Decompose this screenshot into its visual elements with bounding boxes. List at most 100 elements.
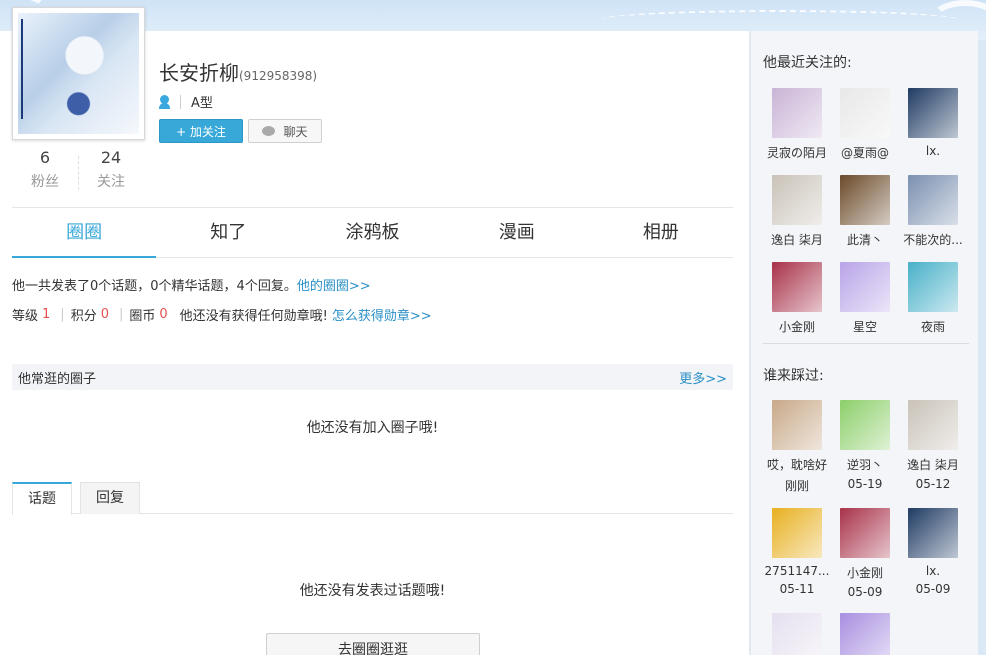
topics-empty-message: 他还没有发表过话题哦! [299,583,446,599]
chat-bubble-icon [262,126,276,136]
user-name[interactable]: 此清丶 [831,231,899,248]
user-name[interactable]: 灵寂の陌月 [763,144,831,161]
user-avatar-thumb[interactable] [908,175,958,225]
recent-following-list: 灵寂の陌月 @夏雨@ lx. 逸白 柒月 此清丶 不能次的... 小金刚 星空 夜雨 [763,88,973,335]
points-label: 积分 [70,309,97,324]
user-avatar-thumb[interactable] [772,262,822,312]
user-meta: A型 [159,92,213,111]
divider: | [60,307,65,322]
user-avatar-thumb[interactable] [908,262,958,312]
more-circles-link[interactable]: 更多>> [679,368,727,387]
how-to-get-badge-link[interactable]: 怎么获得勋章>> [332,305,432,324]
following-label: 关注 [97,174,125,190]
user-name[interactable]: lx. [899,144,967,158]
user-avatar-thumb[interactable] [772,400,822,450]
visitor-item[interactable]: 逸白 柒月 05-12 [899,400,967,494]
following-item[interactable]: lx. [899,88,967,161]
summary-text: 他一共发表了0个话题，0个精华话题，4个回复。 [12,279,297,294]
following-item[interactable]: 小金刚 [763,262,831,335]
user-avatar-thumb[interactable] [908,400,958,450]
user-avatar-thumb[interactable] [772,175,822,225]
frequent-circles-header: 他常逛的圈子 更多>> [12,364,733,390]
chat-button[interactable]: 聊天 [248,119,322,143]
user-name[interactable]: @夏雨@ [831,144,899,161]
user-name[interactable]: 夜雨 [899,318,967,335]
user-avatar-thumb[interactable] [840,88,890,138]
following-count: 24 [100,148,122,167]
stat-divider [78,156,79,190]
following-item[interactable]: 星空 [831,262,899,335]
blood-type: A型 [191,96,213,111]
user-avatar-thumb[interactable] [772,508,822,558]
visitor-item[interactable] [831,613,899,655]
user-avatar-thumb[interactable] [908,88,958,138]
user-avatar-thumb[interactable] [840,262,890,312]
visitor-item[interactable]: 逆羽丶 05-19 [831,400,899,494]
visit-date: 刚刚 [784,479,809,493]
user-name-text: 长安折柳 [159,61,239,85]
visit-date: 05-12 [915,477,951,491]
following-item[interactable]: 此清丶 [831,175,899,248]
following-item[interactable]: 不能次的... [899,175,967,248]
level-row: 等级 1 | 积分 0 | 圈币 0 他还没有获得任何勋章哦! 怎么获得勋章>> [12,305,432,324]
banner-dots-decoration [600,10,960,30]
user-name[interactable]: 小金刚 [763,318,831,335]
points-value: 0 [100,307,109,322]
sidebar: 他最近关注的: 灵寂の陌月 @夏雨@ lx. 逸白 柒月 此清丶 不能次的... 小金刚 星空… [750,31,978,655]
following-stat[interactable]: 24 关注 [81,148,141,191]
visitor-item[interactable]: 小金刚 05-09 [831,508,899,599]
frequent-circles-title: 他常逛的圈子 [18,371,97,387]
following-item[interactable]: 灵寂の陌月 [763,88,831,161]
user-name[interactable]: 不能次的... [899,231,967,248]
user-avatar[interactable] [12,7,145,140]
user-name[interactable]: 逸白 柒月 [763,231,831,248]
follow-button[interactable]: + 加关注 [159,119,243,143]
visitors-list: 哎，耽啥好 刚刚 逆羽丶 05-19 逸白 柒月 05-12 2751147... 05-11… [763,400,973,655]
user-avatar-thumb[interactable] [840,175,890,225]
user-avatar-thumb[interactable] [840,508,890,558]
user-id: (912958398) [239,69,318,83]
my-circles-link[interactable]: 他的圈圈>> [297,279,371,294]
tab-xiangce[interactable]: 相册 [589,208,733,257]
user-name[interactable]: 星空 [831,318,899,335]
level-value: 1 [42,307,51,322]
user-name[interactable]: 2751147... [763,564,831,578]
chat-button-label: 聊天 [283,124,308,139]
user-avatar-thumb[interactable] [840,613,890,655]
circles-empty-message: 他还没有加入圈子哦! [306,420,439,436]
user-name[interactable]: 逸白 柒月 [899,456,967,473]
user-name[interactable]: 逆羽丶 [831,456,899,473]
avatar-image [18,13,139,134]
tab-tuyaban[interactable]: 涂鸦板 [300,208,444,257]
following-item[interactable]: 夜雨 [899,262,967,335]
main-content: 长安折柳(912958398) A型 + 加关注 聊天 6 粉丝 24 关注 圈… [0,7,749,655]
visitor-item[interactable]: lx. 05-09 [899,508,967,599]
tab-replies[interactable]: 回复 [80,482,140,514]
visit-date: 05-09 [915,582,951,596]
following-item[interactable]: @夏雨@ [831,88,899,161]
sidebar-divider [763,343,969,344]
tab-zhiliao[interactable]: 知了 [156,208,300,257]
user-name[interactable]: lx. [899,564,967,578]
coins-value: 0 [159,307,168,322]
visitors-title: 谁来踩过: [763,368,824,384]
user-avatar-thumb[interactable] [908,508,958,558]
tab-quanquan[interactable]: 圈圈 [12,208,157,258]
follow-button-label: + 加关注 [176,124,226,139]
fans-stat[interactable]: 6 粉丝 [15,148,75,191]
user-name[interactable]: 小金刚 [831,564,899,581]
coins-label: 圈币 [129,309,156,324]
visitor-item[interactable]: 2751147... 05-11 [763,508,831,599]
user-avatar-thumb[interactable] [772,613,822,655]
go-to-circles-button[interactable]: 去圈圈逛逛 [266,633,480,655]
tab-manhua[interactable]: 漫画 [445,208,589,257]
user-avatar-thumb[interactable] [840,400,890,450]
activity-summary: 他一共发表了0个话题，0个精华话题，4个回复。他的圈圈>> [12,275,371,294]
visitor-item[interactable] [763,613,831,655]
recent-following-title: 他最近关注的: [763,55,852,71]
user-name[interactable]: 哎，耽啥好 [763,456,831,473]
visitor-item[interactable]: 哎，耽啥好刚刚 [763,400,831,494]
tab-topics[interactable]: 话题 [12,482,72,515]
following-item[interactable]: 逸白 柒月 [763,175,831,248]
user-avatar-thumb[interactable] [772,88,822,138]
